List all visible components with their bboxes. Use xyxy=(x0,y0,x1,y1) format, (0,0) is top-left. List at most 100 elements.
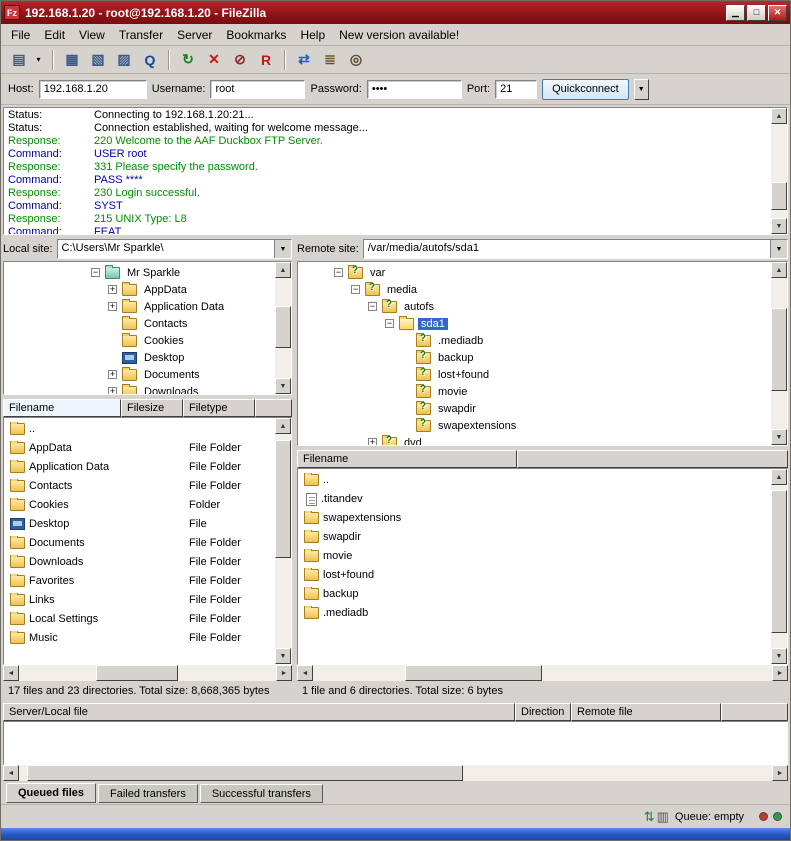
column-header-filename[interactable]: Filename xyxy=(297,450,517,468)
tree-item-backup[interactable]: backup xyxy=(300,349,769,366)
scrollbar-track[interactable] xyxy=(313,665,772,681)
tree-item-var[interactable]: −var xyxy=(300,264,769,281)
tree-item-swapdir[interactable]: swapdir xyxy=(300,400,769,417)
titlebar[interactable]: Fz 192.168.1.20 - root@192.168.1.20 - Fi… xyxy=(1,1,790,24)
minimize-button[interactable]: ▁ xyxy=(726,5,745,21)
cancel-icon[interactable]: ✕ xyxy=(202,49,226,71)
host-input[interactable] xyxy=(39,80,147,99)
close-button[interactable]: ✕ xyxy=(768,5,787,21)
scroll-left-icon[interactable]: ◄ xyxy=(3,665,19,681)
vertical-scrollbar[interactable]: ▲▼ xyxy=(771,108,787,234)
file-row-favorites[interactable]: FavoritesFile Folder xyxy=(6,571,273,590)
collapse-minus-icon[interactable]: − xyxy=(368,302,377,311)
scroll-up-icon[interactable]: ▲ xyxy=(771,262,787,278)
scrollbar-track[interactable] xyxy=(771,124,787,218)
scrollbar-thumb[interactable] xyxy=(771,490,787,633)
remote-site-combo[interactable]: /var/media/autofs/sda1 ▼ xyxy=(363,239,788,259)
local-horizontal-scrollbar[interactable]: ◄► xyxy=(3,665,292,681)
port-input[interactable] xyxy=(495,80,537,99)
tree-item-mediadb[interactable]: .mediadb xyxy=(300,332,769,349)
file-row-mediadb[interactable]: .mediadb xyxy=(300,603,769,622)
scrollbar-thumb[interactable] xyxy=(405,665,543,681)
file-row-backup[interactable]: backup xyxy=(300,584,769,603)
find-files-icon[interactable]: ◎ xyxy=(344,49,368,71)
tree-item-documents[interactable]: +Documents xyxy=(6,366,273,383)
tree-item-downloads[interactable]: +Downloads xyxy=(6,383,273,395)
vertical-scrollbar[interactable]: ▲▼ xyxy=(275,262,291,394)
scrollbar-track[interactable] xyxy=(19,665,276,681)
scroll-down-icon[interactable]: ▼ xyxy=(771,218,787,234)
file-row-documents[interactable]: DocumentsFile Folder xyxy=(6,533,273,552)
tree-item-contacts[interactable]: Contacts xyxy=(6,315,273,332)
tree-item-cookies[interactable]: Cookies xyxy=(6,332,273,349)
remote-horizontal-scrollbar[interactable]: ◄► xyxy=(297,665,788,681)
scrollbar-track[interactable] xyxy=(771,485,787,648)
file-row-appdata[interactable]: AppDataFile Folder xyxy=(6,438,273,457)
vertical-scrollbar[interactable]: ▲▼ xyxy=(275,418,291,664)
expand-plus-icon[interactable]: + xyxy=(108,387,117,395)
tree-item-application-data[interactable]: +Application Data xyxy=(6,298,273,315)
refresh-icon[interactable]: ↻ xyxy=(176,49,200,71)
scrollbar-track[interactable] xyxy=(771,278,787,429)
scroll-left-icon[interactable]: ◄ xyxy=(297,665,313,681)
menu-item-bookmarks[interactable]: Bookmarks xyxy=(219,25,293,45)
expand-plus-icon[interactable]: + xyxy=(108,285,117,294)
quickconnect-dropdown-icon[interactable]: ▼ xyxy=(634,79,649,100)
file-row-desktop[interactable]: DesktopFile xyxy=(6,514,273,533)
scroll-right-icon[interactable]: ► xyxy=(772,665,788,681)
scroll-down-icon[interactable]: ▼ xyxy=(771,429,787,445)
tree-item-autofs[interactable]: −autofs xyxy=(300,298,769,315)
scrollbar-thumb[interactable] xyxy=(27,765,464,781)
menu-item-new-version-available[interactable]: New version available! xyxy=(332,25,466,45)
scrollbar-thumb[interactable] xyxy=(771,182,787,210)
file-row-application-data[interactable]: Application DataFile Folder xyxy=(6,457,273,476)
file-row-links[interactable]: LinksFile Folder xyxy=(6,590,273,609)
expand-plus-icon[interactable]: + xyxy=(108,370,117,379)
scroll-up-icon[interactable]: ▲ xyxy=(771,469,787,485)
scroll-right-icon[interactable]: ► xyxy=(276,665,292,681)
username-input[interactable] xyxy=(210,80,305,99)
menu-item-edit[interactable]: Edit xyxy=(37,25,72,45)
collapse-minus-icon[interactable]: − xyxy=(91,268,100,277)
file-row-music[interactable]: MusicFile Folder xyxy=(6,628,273,647)
column-header-filename[interactable]: Filename xyxy=(3,399,121,417)
tree-item-mr-sparkle[interactable]: −Mr Sparkle xyxy=(6,264,273,281)
scroll-down-icon[interactable]: ▼ xyxy=(771,648,787,664)
collapse-minus-icon[interactable]: − xyxy=(385,319,394,328)
column-header-filetype[interactable]: Filetype xyxy=(183,399,255,417)
file-row-contacts[interactable]: ContactsFile Folder xyxy=(6,476,273,495)
site-manager-icon[interactable]: ▤ xyxy=(7,49,31,71)
scroll-down-icon[interactable]: ▼ xyxy=(275,378,291,394)
tab-successful-transfers[interactable]: Successful transfers xyxy=(200,784,323,803)
tree-item-lost-found[interactable]: lost+found xyxy=(300,366,769,383)
column-header-server-local-file[interactable]: Server/Local file xyxy=(3,703,515,721)
scroll-down-icon[interactable]: ▼ xyxy=(275,648,291,664)
menu-item-file[interactable]: File xyxy=(4,25,37,45)
scrollbar-track[interactable] xyxy=(275,278,291,378)
tab-queued-files[interactable]: Queued files xyxy=(6,783,96,803)
tree-item-swapextensions[interactable]: swapextensions xyxy=(300,417,769,434)
toggle-local-tree-icon[interactable]: ▧ xyxy=(86,49,110,71)
column-header-filesize[interactable]: Filesize xyxy=(121,399,183,417)
expand-plus-icon[interactable]: + xyxy=(108,302,117,311)
menu-item-view[interactable]: View xyxy=(72,25,112,45)
file-row-movie[interactable]: movie xyxy=(300,546,769,565)
file-row-[interactable]: .. xyxy=(300,470,769,489)
tree-item-movie[interactable]: movie xyxy=(300,383,769,400)
reconnect-icon[interactable]: R xyxy=(254,49,278,71)
vertical-scrollbar[interactable]: ▲▼ xyxy=(771,469,787,664)
tree-item-desktop[interactable]: Desktop xyxy=(6,349,273,366)
toggle-queue-icon[interactable]: Q xyxy=(138,49,162,71)
tree-item-appdata[interactable]: +AppData xyxy=(6,281,273,298)
scrollbar-thumb[interactable] xyxy=(771,308,787,391)
file-row-downloads[interactable]: DownloadsFile Folder xyxy=(6,552,273,571)
toggle-log-icon[interactable]: ▦ xyxy=(60,49,84,71)
scroll-up-icon[interactable]: ▲ xyxy=(771,108,787,124)
tab-failed-transfers[interactable]: Failed transfers xyxy=(98,784,198,803)
synchronized-browsing-icon[interactable]: ≣ xyxy=(318,49,342,71)
scroll-right-icon[interactable]: ► xyxy=(772,765,788,781)
scrollbar-thumb[interactable] xyxy=(96,665,178,681)
quickconnect-button[interactable]: Quickconnect xyxy=(542,79,629,100)
site-manager-dropdown-icon[interactable]: ▾ xyxy=(32,49,45,71)
chevron-down-icon[interactable]: ▼ xyxy=(274,240,291,258)
